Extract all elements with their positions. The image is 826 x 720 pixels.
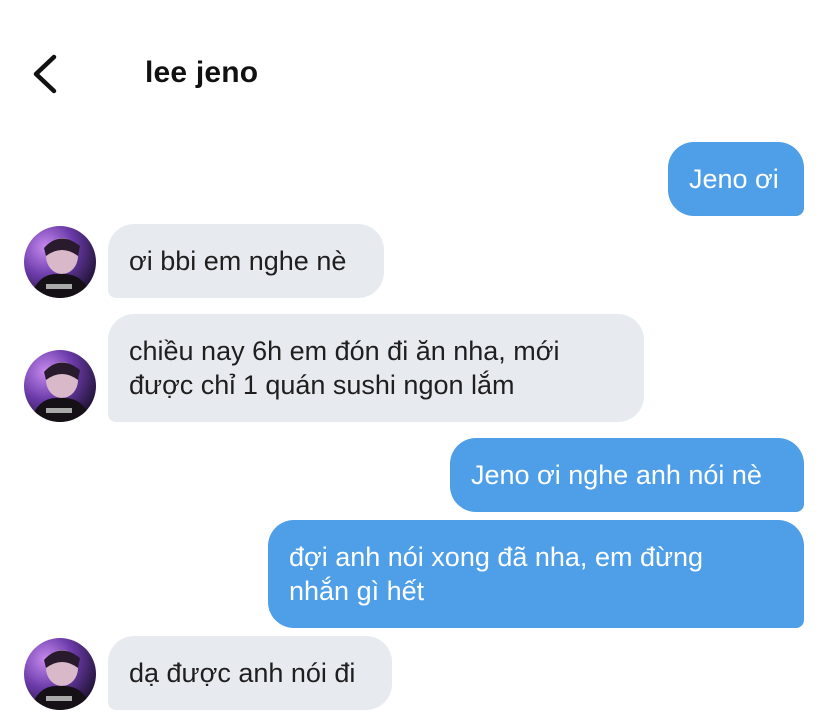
message-bubble-incoming[interactable]: dạ được anh nói đi: [108, 636, 392, 710]
contact-name[interactable]: lee jeno: [145, 56, 258, 90]
contact-avatar[interactable]: [24, 226, 96, 298]
avatar-photo: [24, 638, 96, 710]
avatar-photo: [24, 226, 96, 298]
message-bubble-incoming[interactable]: ơi bbi em nghe nè: [108, 224, 384, 298]
chevron-left-icon: [33, 54, 57, 94]
avatar-photo: [24, 350, 96, 422]
contact-avatar[interactable]: [24, 350, 96, 422]
chat-header: lee jeno: [0, 0, 826, 130]
message-bubble-incoming[interactable]: chiều nay 6h em đón đi ăn nha, mới được …: [108, 314, 644, 422]
contact-avatar[interactable]: [24, 638, 96, 710]
message-bubble-outgoing[interactable]: đợi anh nói xong đã nha, em đừng nhắn gì…: [268, 520, 804, 628]
message-bubble-outgoing[interactable]: Jeno ơi nghe anh nói nè: [450, 438, 804, 512]
back-button[interactable]: [26, 50, 66, 98]
message-bubble-outgoing[interactable]: Jeno ơi: [668, 142, 804, 216]
